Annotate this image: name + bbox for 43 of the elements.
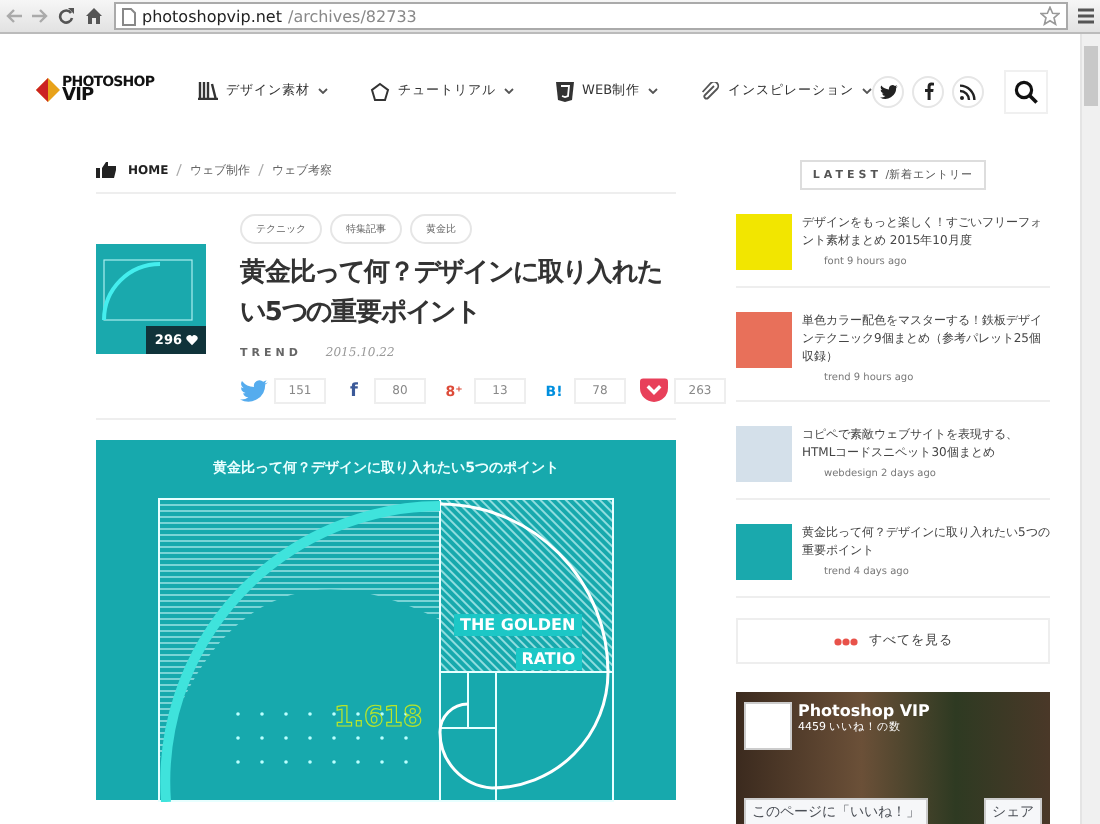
twitter-button[interactable] [872,75,905,107]
dots-icon [833,637,857,645]
bird-icon [879,83,898,99]
entry-thumbnail[interactable] [736,426,792,482]
rss-icon [960,83,977,99]
books-icon [198,82,219,100]
search-icon [1014,79,1039,103]
menu-icon[interactable] [1078,8,1094,24]
forward-icon[interactable] [32,8,48,24]
star-icon[interactable] [1040,6,1060,26]
page-name[interactable]: Photoshop VIP [798,702,930,720]
reload-icon[interactable] [58,8,74,24]
ratio-label: THE GOLDEN [454,614,582,636]
caret-icon [318,88,329,94]
facebook-icon [923,82,934,100]
entry-thumbnail[interactable] [736,524,792,580]
share-icon-glyph: f [348,379,360,404]
heart-icon [186,334,198,346]
caret-icon [648,88,659,94]
search-button[interactable] [1004,69,1049,113]
thumbs-up-icon [96,162,116,178]
ratio-label: RATIO [515,648,582,670]
pentagon-icon [370,81,391,101]
caret-icon [504,88,515,94]
pocket-icon [640,378,668,404]
page-icon [122,7,136,25]
page-avatar [744,702,792,750]
bird-icon [240,378,268,404]
address-bar[interactable]: photoshopvip.net /archives/82733 [114,2,1068,30]
caret-icon [862,88,873,94]
scrollbar[interactable] [1080,34,1100,824]
home-icon[interactable] [84,6,104,26]
rss-button[interactable] [952,75,985,107]
shield-icon [556,81,575,101]
separator-icon [176,164,183,176]
article-title: 黄金比って何？デザインに取り入れたい5つの重要ポイント [240,255,664,332]
back-icon[interactable] [6,8,22,24]
entry-thumbnail[interactable] [736,312,792,368]
ratio-number: 1.618 [334,702,423,734]
separator-icon [258,164,265,176]
facebook-button[interactable] [912,75,945,107]
entry-thumbnail[interactable] [736,214,792,270]
paperclip-icon [700,81,721,101]
